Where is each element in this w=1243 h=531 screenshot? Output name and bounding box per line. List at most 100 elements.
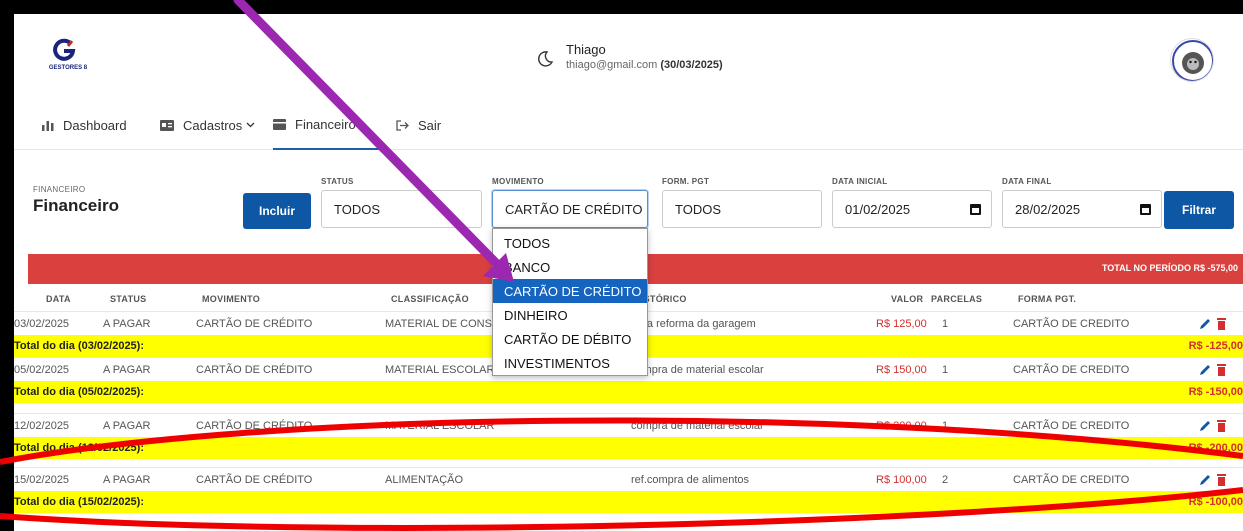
nav-cadastros-label: Cadastros: [183, 117, 243, 133]
cell-historico: ref.compra de alimentos: [631, 474, 749, 486]
form-pgt-select[interactable]: TODOS: [662, 190, 822, 228]
dropdown-option-banco[interactable]: BANCO: [493, 255, 647, 279]
form-pgt-label: FORM. PGT: [662, 177, 710, 186]
cell-valor: R$ 100,00: [876, 474, 927, 486]
moon-icon[interactable]: [536, 50, 554, 68]
dropdown-option-cartao-de-credito[interactable]: CARTÃO DE CRÉDITO: [493, 279, 647, 303]
nav-financeiro[interactable]: Financeiro: [273, 100, 386, 150]
total-period-text: TOTAL NO PERÍODO R$ -575,00: [1101, 263, 1238, 273]
daily-total-value: R$ -100,00: [1188, 496, 1243, 508]
user-email: thiago@gmail.com: [566, 59, 658, 71]
status-value: TODOS: [334, 201, 380, 217]
nav-cadastros[interactable]: Cadastros: [160, 100, 255, 150]
data-final-input[interactable]: 28/02/2025: [1002, 190, 1162, 228]
col-status[interactable]: STATUS: [110, 294, 146, 304]
edit-pencil-icon[interactable]: [1200, 319, 1210, 329]
user-email-line: thiago@gmail.com (30/03/2025): [566, 59, 723, 71]
cell-classificacao: ALIMENTAÇÃO: [385, 474, 464, 486]
cell-parcelas: 1: [942, 318, 949, 330]
data-inicial-label: DATA INICIAL: [832, 177, 888, 186]
col-forma-pgt[interactable]: FORMA PGT.: [1018, 294, 1076, 304]
edit-pencil-icon[interactable]: [1200, 365, 1210, 375]
nav-sair[interactable]: Sair: [396, 100, 441, 150]
cell-data: 12/02/2025: [14, 420, 70, 432]
table-row[interactable]: 15/02/2025 A PAGAR CARTÃO DE CRÉDITO ALI…: [14, 467, 1243, 491]
cell-classificacao: MATERIAL DE CONS: [385, 318, 492, 330]
nav-dashboard-label: Dashboard: [63, 117, 127, 133]
calendar-icon[interactable]: [1140, 204, 1151, 215]
cell-data: 15/02/2025: [14, 474, 70, 486]
cell-movimento: CARTÃO DE CRÉDITO: [196, 420, 313, 432]
cell-classificacao: MATERIAL ESCOLAR: [385, 364, 495, 376]
cell-status: A PAGAR: [103, 318, 151, 330]
nav-sair-label: Sair: [418, 117, 442, 133]
user-date: (30/03/2025): [660, 59, 723, 71]
nav-dashboard[interactable]: Dashboard: [42, 100, 127, 150]
col-classificacao[interactable]: CLASSIFICAÇÃO: [391, 294, 469, 304]
main-nav: Dashboard Cadastros Financeiro Sair: [14, 100, 1243, 150]
logo-text: GESTORES 8: [48, 65, 88, 71]
col-valor[interactable]: VALOR: [891, 294, 923, 304]
col-data[interactable]: DATA: [46, 294, 71, 304]
chevron-down-icon: [246, 122, 255, 128]
col-parcelas[interactable]: PARCELAS: [931, 294, 982, 304]
data-inicial-input[interactable]: 01/02/2025: [832, 190, 992, 228]
page-title: Financeiro: [33, 196, 119, 215]
daily-total-value: R$ -200,00: [1188, 442, 1243, 454]
data-final-value: 28/02/2025: [1015, 201, 1081, 217]
user-name: Thiago: [566, 42, 606, 57]
movimento-label: MOVIMENTO: [492, 177, 544, 186]
cell-forma-pgt: CARTÃO DE CREDITO: [1013, 474, 1130, 486]
dropdown-option-dinheiro[interactable]: DINHEIRO: [493, 303, 647, 327]
cell-forma-pgt: CARTÃO DE CREDITO: [1013, 420, 1130, 432]
dropdown-option-cartao-de-debito[interactable]: CARTÃO DE DÉBITO: [493, 327, 647, 351]
cell-forma-pgt: CARTÃO DE CREDITO: [1013, 318, 1130, 330]
avatar[interactable]: [1170, 38, 1214, 82]
table-row[interactable]: 12/02/2025 A PAGAR CARTÃO DE CRÉDITO MAT…: [14, 413, 1243, 437]
movimento-dropdown-list: TODOS BANCO CARTÃO DE CRÉDITO DINHEIRO C…: [492, 228, 648, 376]
daily-total-label: Total do dia (15/02/2025):: [14, 496, 145, 508]
cell-movimento: CARTÃO DE CRÉDITO: [196, 318, 313, 330]
lion-emblem-icon: [1172, 40, 1213, 81]
logout-icon: [396, 119, 409, 131]
delete-trash-icon[interactable]: [1217, 318, 1226, 330]
logo[interactable]: GESTORES 8: [38, 38, 98, 82]
data-final-label: DATA FINAL: [1002, 177, 1052, 186]
delete-trash-icon[interactable]: [1217, 420, 1226, 432]
daily-total-label: Total do dia (05/02/2025):: [14, 386, 145, 398]
cell-status: A PAGAR: [103, 364, 151, 376]
daily-total-value: R$ -125,00: [1188, 340, 1243, 352]
calendar-icon[interactable]: [970, 204, 981, 215]
row-actions: [1200, 364, 1226, 376]
col-movimento[interactable]: MOVIMENTO: [202, 294, 260, 304]
cell-movimento: CARTÃO DE CRÉDITO: [196, 364, 313, 376]
cell-historico: compra de material escolar: [631, 364, 764, 376]
edit-pencil-icon[interactable]: [1200, 421, 1210, 431]
edit-pencil-icon[interactable]: [1200, 475, 1210, 485]
movimento-value: CARTÃO DE CRÉDITO: [505, 201, 643, 217]
cell-data: 05/02/2025: [14, 364, 70, 376]
cell-valor: R$ 150,00: [876, 364, 927, 376]
top-header: GESTORES 8 Thiago thiago@gmail.com (30/0…: [14, 14, 1243, 100]
delete-trash-icon[interactable]: [1217, 364, 1226, 376]
status-select[interactable]: TODOS: [321, 190, 482, 228]
movimento-select[interactable]: CARTÃO DE CRÉDITO: [492, 190, 648, 228]
cell-parcelas: 1: [942, 420, 949, 432]
id-card-icon: [160, 119, 174, 131]
dropdown-option-investimentos[interactable]: INVESTIMENTOS: [493, 351, 647, 375]
data-inicial-value: 01/02/2025: [845, 201, 911, 217]
cell-status: A PAGAR: [103, 474, 151, 486]
form-pgt-value: TODOS: [675, 201, 721, 217]
app-window: GESTORES 8 Thiago thiago@gmail.com (30/0…: [14, 14, 1243, 531]
delete-trash-icon[interactable]: [1217, 474, 1226, 486]
cell-data: 03/02/2025: [14, 318, 70, 330]
daily-total-label: Total do dia (12/02/2025):: [14, 442, 145, 454]
row-actions: [1200, 420, 1226, 432]
dropdown-option-todos[interactable]: TODOS: [493, 231, 647, 255]
logo-icon: [53, 38, 76, 61]
cell-valor: R$ 200,00: [876, 420, 927, 432]
row-actions: [1200, 474, 1226, 486]
breadcrumb: FINANCEIRO: [33, 185, 86, 194]
include-button[interactable]: Incluir: [243, 193, 311, 229]
filter-button[interactable]: Filtrar: [1164, 191, 1234, 229]
